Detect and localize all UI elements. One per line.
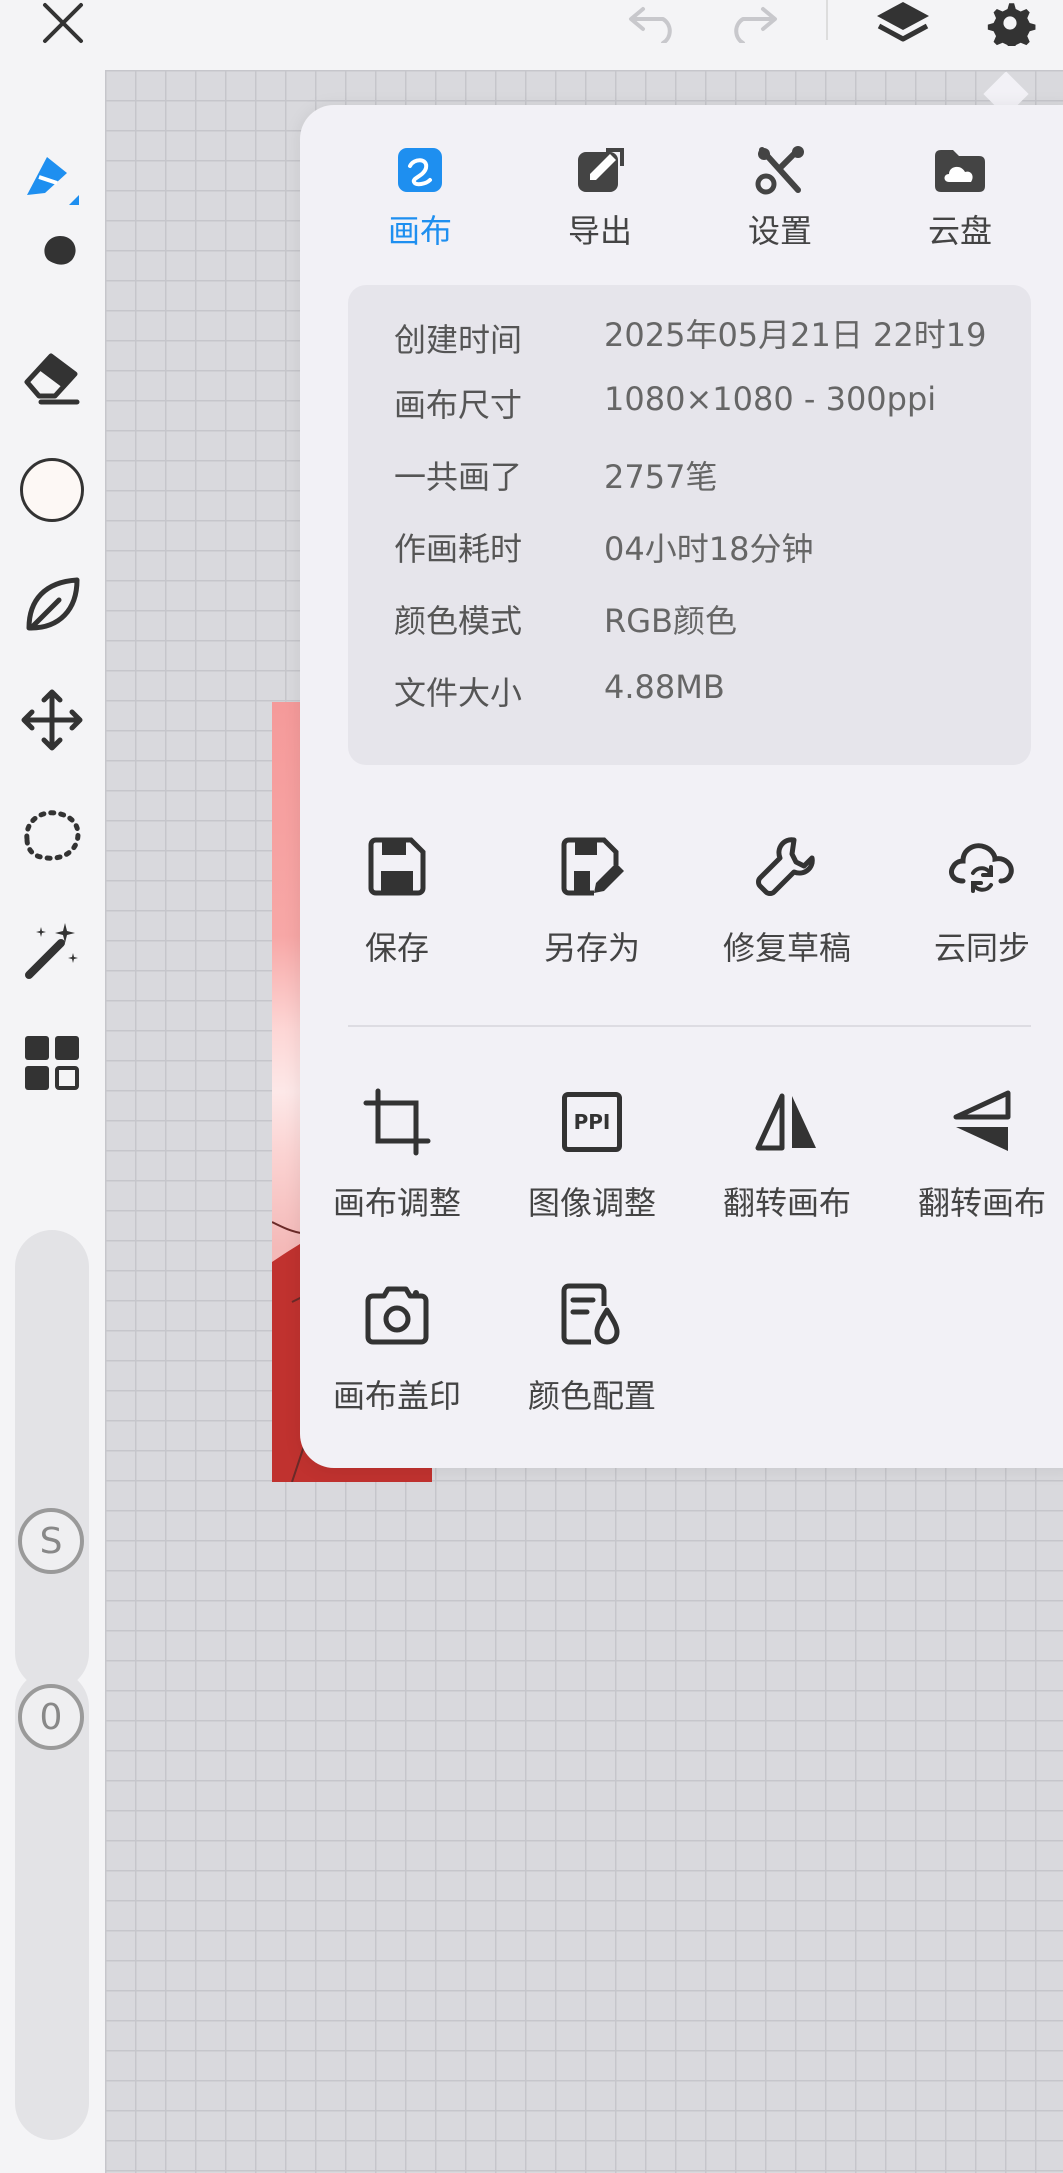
repair-draft-button[interactable]: 修复草稿 [712,825,862,975]
flip-canvas-vertical-label: 翻转画布 [917,1184,1046,1222]
info-value: RGB颜色 [604,602,737,640]
canvas-menu-panel: 画布 导出 设置 云盘 创建时间 2025年05月21日 22时19分 画布 [300,105,1063,1468]
settings-tools-icon [720,140,840,200]
tab-cloud-drive[interactable]: 云盘 [900,140,1020,260]
info-key: 作画耗时 [394,530,523,568]
tab-cloud-drive-label: 云盘 [927,212,992,250]
layers-icon[interactable] [868,0,938,46]
flip-canvas-vertical-button[interactable]: 翻转画布 [907,1080,1057,1230]
info-key: 颜色模式 [394,602,523,640]
flip-horizontal-icon [712,1080,862,1164]
eraser-icon[interactable] [12,335,92,415]
close-icon[interactable] [28,0,98,46]
info-value: 2757笔 [604,458,718,496]
crop-icon [322,1080,472,1164]
info-value: 4.88MB [604,668,725,706]
save-as-label: 另存为 [543,929,640,967]
leaf-icon[interactable] [12,565,92,645]
color-profile-icon [517,1273,667,1357]
flip-canvas-horizontal-label: 翻转画布 [722,1184,851,1222]
ppi-icon: PPI [517,1080,667,1164]
undo-icon[interactable] [620,0,690,46]
image-adjust-button[interactable]: PPI 图像调整 [517,1080,667,1230]
magic-wand-icon[interactable] [12,910,92,990]
smudge-icon[interactable] [12,220,92,300]
redo-icon[interactable] [716,0,786,46]
canvas-adjust-button[interactable]: 画布调整 [322,1080,472,1230]
flip-vertical-icon [907,1080,1057,1164]
canvas-adjust-label: 画布调整 [332,1184,461,1222]
canvas-icon [360,140,480,200]
tab-settings-label: 设置 [747,212,812,250]
wrench-icon [712,825,862,909]
info-value: 04小时18分钟 [604,530,814,568]
info-row-color-mode: 颜色模式 RGB颜色 [394,596,1014,646]
brush-size-slider[interactable] [15,1230,89,1690]
info-row-canvas-size: 画布尺寸 1080×1080 - 300ppi [394,380,1014,430]
tab-export[interactable]: 导出 [540,140,660,260]
cloud-sync-button[interactable]: 云同步 [907,825,1057,975]
save-label: 保存 [364,929,429,967]
color-profile-label: 颜色配置 [527,1377,656,1415]
color-swatch[interactable] [12,450,92,530]
save-as-button[interactable]: 另存为 [517,825,667,975]
info-row-created: 创建时间 2025年05月21日 22时19分 [394,315,1014,359]
color-profile-button[interactable]: 颜色配置 [517,1273,667,1423]
image-adjust-label: 图像调整 [527,1184,656,1222]
top-bar [0,0,1063,70]
info-key: 创建时间 [394,321,523,359]
opacity-label: 0 [39,1696,63,1738]
tab-canvas[interactable]: 画布 [360,140,480,260]
canvas-stamp-button[interactable]: 画布盖印 [322,1273,472,1423]
repair-draft-label: 修复草稿 [722,929,851,967]
canvas-info-box: 创建时间 2025年05月21日 22时19分 画布尺寸 1080×1080 -… [348,285,1031,765]
panel-tabs: 画布 导出 设置 云盘 [300,140,1063,260]
camera-icon [322,1273,472,1357]
left-toolbar: S 0 [0,70,105,2173]
grid-icon[interactable] [12,1023,92,1103]
info-row-file-size: 文件大小 4.88MB [394,668,1014,718]
save-icon [322,825,472,909]
tab-canvas-label: 画布 [387,212,452,250]
info-key: 一共画了 [394,458,523,496]
save-as-icon [517,825,667,909]
flip-canvas-horizontal-button[interactable]: 翻转画布 [712,1080,862,1230]
cloud-sync-icon [907,825,1057,909]
save-button[interactable]: 保存 [322,825,472,975]
tab-settings[interactable]: 设置 [720,140,840,260]
canvas-stamp-label: 画布盖印 [332,1377,461,1415]
cloud-sync-label: 云同步 [933,929,1030,967]
info-value: 1080×1080 - 300ppi [604,380,937,418]
brush-icon[interactable] [12,138,92,218]
info-row-duration: 作画耗时 04小时18分钟 [394,524,1014,574]
opacity-knob[interactable]: 0 [18,1684,84,1750]
brush-size-knob[interactable]: S [18,1508,84,1574]
ppi-badge: PPI [562,1092,622,1152]
brush-size-label: S [39,1520,63,1562]
toolbar-divider [826,0,828,40]
tab-export-label: 导出 [567,212,632,250]
gear-icon[interactable] [975,0,1045,46]
info-value: 2025年05月21日 22时19分 [604,316,987,359]
move-icon[interactable] [12,680,92,760]
info-key: 文件大小 [394,674,523,712]
info-key: 画布尺寸 [394,386,523,424]
cloud-drive-icon [900,140,1020,200]
panel-divider [348,1025,1031,1027]
export-icon [540,140,660,200]
info-row-strokes: 一共画了 2757笔 [394,452,1014,502]
lasso-icon[interactable] [12,795,92,875]
